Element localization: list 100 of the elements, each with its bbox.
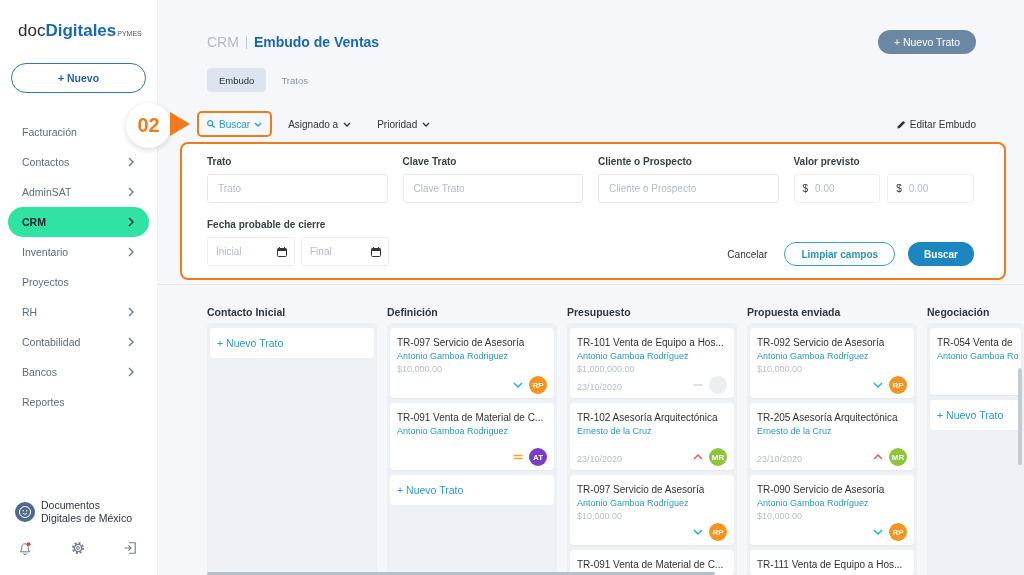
new-button[interactable]: + Nuevo [11, 63, 146, 93]
deal-card[interactable]: TR-092 Servicio de Asesoría Antonio Gamboa Rodríguez $10,000.00 RP [750, 328, 914, 398]
chevron-down-icon [422, 121, 431, 127]
field-label: Clave Trato [402, 156, 458, 168]
new-deal-button[interactable]: + Nuevo Trato [878, 30, 976, 54]
column-title: Propuesta enviada [747, 305, 842, 319]
search-button[interactable]: Buscar [908, 242, 974, 266]
vertical-scrollbar[interactable] [1018, 368, 1022, 465]
deal-card[interactable]: TR-111 Venta de Equipo a Hos... [750, 550, 914, 575]
text-input[interactable]: Trato [207, 174, 388, 203]
new-deal-card-button[interactable]: + Nuevo Trato [390, 475, 554, 505]
nav-item[interactable]: Contabilidad [8, 327, 149, 357]
calendar-icon[interactable] [371, 246, 381, 257]
contact-link[interactable]: Antonio Gamboa Rodriguez [397, 425, 509, 438]
tab[interactable]: Tratos [269, 68, 320, 92]
contact-link[interactable]: Antonio Gamboa Rodríguez [757, 350, 869, 363]
field-label: Trato [207, 156, 233, 168]
search-icon [207, 120, 215, 128]
initials-avatar: MR [889, 448, 907, 466]
chevron-down-icon [343, 121, 352, 127]
deal-title: TR-101 Venta de Equipo a Hos... [577, 336, 724, 350]
deal-title: TR-054 Venta de [937, 336, 1013, 350]
text-input[interactable]: Clave Trato [402, 174, 583, 203]
amount-input[interactable]: 0.00 [908, 181, 965, 196]
field-label: Fecha probable de cierre [207, 219, 327, 231]
deal-title: TR-205 Asesoría Arquitectónica [757, 411, 898, 425]
column-title: Presupuesto [567, 305, 632, 319]
nav-item[interactable]: CRM [8, 207, 149, 237]
logout-icon[interactable] [124, 542, 136, 554]
deal-card[interactable]: TR-090 Servicio de Asesoría Antonio Gamboa Rodríguez $10,000.00 RP [750, 475, 914, 545]
deal-date: 23/10/2020 [757, 453, 803, 464]
deal-amount: $10,000.00 [757, 363, 803, 376]
deal-amount: $10,000.00 [577, 510, 623, 523]
nav-item[interactable]: Facturación [8, 117, 92, 147]
contact-link[interactable]: Antonio Gamboa Rodríguez [757, 497, 869, 510]
contact-link[interactable]: Antonio Gamboa Ro [937, 350, 1019, 363]
new-deal-card-button[interactable]: + Nuevo Trato [930, 400, 1021, 430]
initials-avatar: MR [709, 448, 727, 466]
deal-title: TR-111 Venta de Equipo a Hos... [757, 558, 903, 572]
text-input[interactable]: Cliente o Prospecto [598, 174, 779, 203]
deal-card[interactable]: TR-091 Venta de Material de C... Antonio Gamboa Rodriguez AT [390, 403, 554, 470]
tab[interactable]: Embudo [207, 68, 267, 92]
dropdown-filter[interactable]: Prioridad [367, 111, 441, 137]
deal-card[interactable]: TR-054 Venta de Antonio Gamboa Ro [930, 328, 1021, 395]
deal-title: TR-090 Servicio de Asesoría [757, 483, 885, 497]
new-deal-card-button[interactable]: + Nuevo Trato [210, 328, 374, 358]
date-input[interactable]: Inicial [216, 244, 273, 259]
deal-amount: $10,000.00 [757, 510, 803, 523]
deal-title: TR-102 Asesoría Arquitectónica [577, 411, 718, 425]
nav-item[interactable]: Inventario [8, 237, 149, 267]
contact-link[interactable]: Ernesto de la Cruz [577, 425, 652, 438]
contact-link[interactable]: Antonio Gamboa Rodriguez [397, 350, 509, 363]
contact-link[interactable]: Antonio Gamboa Rodríguez [577, 350, 689, 363]
date-field[interactable]: Inicial [207, 237, 295, 266]
initials-avatar: RP [889, 523, 907, 541]
column-title: Negociación [927, 305, 991, 319]
account-name: Documentos Digitales de México [41, 499, 134, 525]
deal-card[interactable]: TR-101 Venta de Equipo a Hos... Antonio Gamboa Rodríguez $1,000,000.00 23/10/2020 [570, 328, 734, 398]
deal-title: TR-097 Servicio de Asesoría [397, 336, 525, 350]
nav-item[interactable]: Contactos [8, 147, 149, 177]
nav-item[interactable]: Reportes [8, 387, 80, 417]
currency-symbol: $ [896, 183, 902, 194]
contact-link[interactable]: Antonio Gamboa Rodríguez [577, 497, 689, 510]
amount-input[interactable]: 0.00 [815, 181, 872, 196]
edit-pipeline-button[interactable]: Editar Embudo [896, 118, 976, 130]
deal-title: TR-092 Servicio de Asesoría [757, 336, 885, 350]
chevron-down-icon [254, 121, 263, 127]
deal-amount: $10,000.00 [397, 363, 443, 376]
deal-title: TR-097 Servicio de Asesoría [577, 483, 705, 497]
date-input[interactable]: Final [310, 244, 367, 259]
column-title: Definición [387, 305, 439, 319]
deal-title: TR-091 Venta de Material de C... [397, 411, 544, 425]
page-title: Embudo de Ventas [253, 34, 380, 50]
dropdown-filter[interactable]: Asignado a [278, 111, 362, 137]
contact-link[interactable]: Ernesto de la Cruz [757, 425, 832, 438]
deal-date: 23/10/2020 [577, 453, 623, 464]
calendar-icon[interactable] [277, 246, 287, 257]
pointer-triangle-icon [170, 112, 190, 136]
deal-card[interactable]: TR-097 Servicio de Asesoría Antonio Gamboa Rodriguez $10,000.00 RP [390, 328, 554, 398]
amount-field[interactable]: $ 0.00 [887, 174, 974, 203]
initials-avatar: AT [529, 448, 547, 466]
clear-fields-button[interactable]: Limpiar campos [784, 242, 896, 266]
settings-icon[interactable] [71, 542, 84, 554]
nav-item[interactable]: Proyectos [8, 267, 84, 297]
nav-item[interactable]: RH [8, 297, 149, 327]
search-toggle-button[interactable]: Buscar [197, 111, 273, 137]
field-label: Valor previsto [793, 156, 861, 168]
horizontal-scrollbar[interactable] [207, 572, 715, 575]
initials-avatar: RP [529, 376, 547, 394]
nav-item[interactable]: Bancos [8, 357, 149, 387]
deal-card[interactable]: TR-097 Servicio de Asesoría Antonio Gamboa Rodríguez $10,000.00 RP [570, 475, 734, 545]
deal-card[interactable]: TR-102 Asesoría Arquitectónica Ernesto de la Cruz 23/10/2020 MR [570, 403, 734, 470]
date-field[interactable]: Final [301, 237, 389, 266]
amount-field[interactable]: $ 0.00 [793, 174, 881, 203]
nav-item[interactable]: AdminSAT [8, 177, 149, 207]
deal-card[interactable]: TR-205 Asesoría Arquitectónica Ernesto de la Cruz 23/10/2020 MR [750, 403, 914, 470]
cancel-button[interactable]: Cancelar [727, 242, 768, 266]
field-label: Cliente o Prospecto [598, 156, 693, 168]
bell-icon[interactable] [19, 542, 31, 555]
deal-amount: $1,000,000.00 [577, 363, 635, 376]
